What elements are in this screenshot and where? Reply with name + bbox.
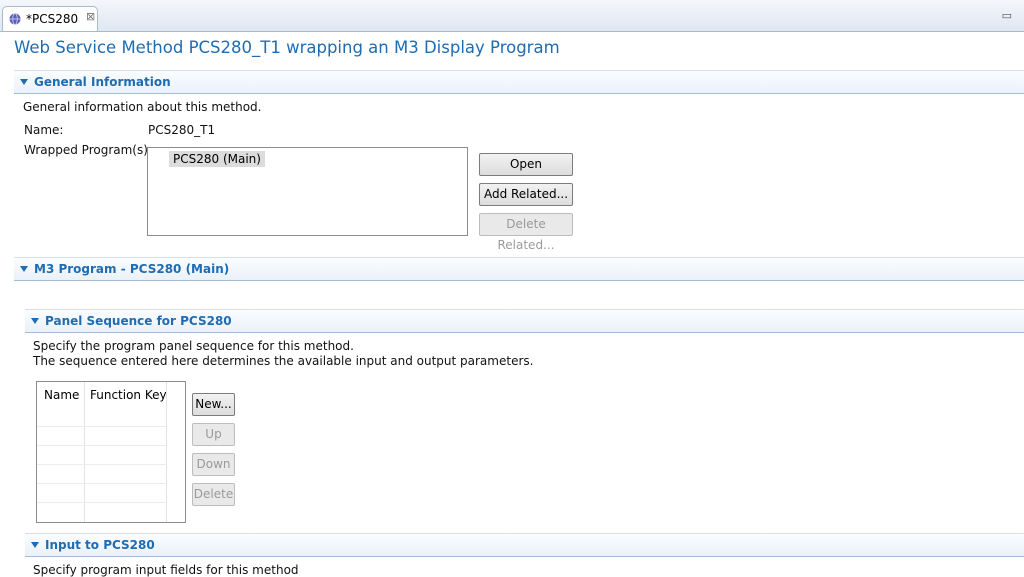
name-label: Name: xyxy=(24,123,64,137)
general-description: General information about this method. xyxy=(23,100,262,114)
close-icon[interactable]: ⊠ xyxy=(86,10,95,23)
web-service-icon xyxy=(9,13,21,25)
panel-sequence-table[interactable]: Name Function Key xyxy=(36,381,186,523)
name-value: PCS280_T1 xyxy=(148,123,216,137)
editor-tab-title: *PCS280 xyxy=(26,12,79,26)
column-header-function-key[interactable]: Function Key xyxy=(90,388,167,402)
editor-tab-bar: *PCS280 ⊠ ▭ xyxy=(0,0,1024,32)
wrapped-programs-label: Wrapped Program(s): xyxy=(24,143,152,157)
page-title: Web Service Method PCS280_T1 wrapping an… xyxy=(14,38,560,57)
general-information-section-header[interactable]: General Information xyxy=(14,70,1024,94)
column-divider xyxy=(166,382,167,522)
add-related-button[interactable]: Add Related... xyxy=(479,183,573,206)
section-title: M3 Program - PCS280 (Main) xyxy=(34,262,230,276)
delete-related-button[interactable]: Delete Related... xyxy=(479,213,573,252)
table-row-divider xyxy=(37,483,167,484)
collapse-triangle-icon[interactable] xyxy=(20,266,28,272)
panel-sequence-section-header[interactable]: Panel Sequence for PCS280 xyxy=(25,309,1024,333)
up-button[interactable]: Up xyxy=(192,423,235,446)
table-row-divider xyxy=(37,445,167,446)
delete-button[interactable]: Delete xyxy=(192,483,235,506)
panel-sequence-description-2: The sequence entered here determines the… xyxy=(33,354,534,368)
open-button[interactable]: Open xyxy=(479,153,573,176)
table-row-divider xyxy=(37,464,167,465)
m3-program-section-header[interactable]: M3 Program - PCS280 (Main) xyxy=(14,257,1024,281)
input-section-header[interactable]: Input to PCS280 xyxy=(25,533,1024,557)
input-description: Specify program input fields for this me… xyxy=(33,563,299,577)
table-row-divider xyxy=(37,502,167,503)
editor-tab-pcs280[interactable]: *PCS280 ⊠ xyxy=(2,6,98,31)
down-button[interactable]: Down xyxy=(192,453,235,476)
section-title: General Information xyxy=(34,75,171,89)
section-title: Input to PCS280 xyxy=(45,538,155,552)
collapse-triangle-icon[interactable] xyxy=(31,542,39,548)
column-header-name[interactable]: Name xyxy=(44,388,79,402)
section-title: Panel Sequence for PCS280 xyxy=(45,314,232,328)
list-item[interactable]: PCS280 (Main) xyxy=(169,151,265,167)
collapse-triangle-icon[interactable] xyxy=(31,318,39,324)
panel-sequence-description-1: Specify the program panel sequence for t… xyxy=(33,339,354,353)
column-divider xyxy=(84,382,85,522)
wrapped-programs-list[interactable]: PCS280 (Main) xyxy=(147,147,468,236)
view-menu-icon[interactable]: ▭ xyxy=(1002,9,1012,22)
new-button[interactable]: New... xyxy=(192,393,235,416)
table-row-divider xyxy=(37,426,167,427)
collapse-triangle-icon[interactable] xyxy=(20,79,28,85)
